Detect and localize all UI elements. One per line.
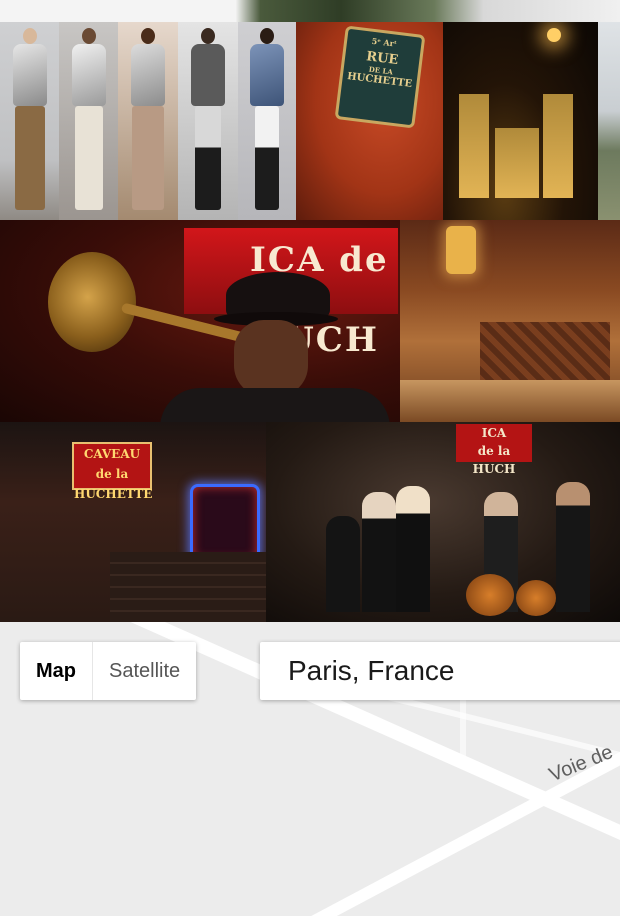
map-button[interactable]: Map	[20, 642, 92, 700]
model-top	[131, 44, 165, 106]
cathedral-nave	[495, 128, 539, 198]
model-head	[201, 28, 215, 44]
runway-look-photo[interactable]	[59, 22, 118, 220]
map-type-control: Map Satellite	[20, 642, 197, 700]
model-denim-jacket	[250, 44, 284, 106]
caveau-facade-photo[interactable]: CAVEAU de la HUCHETTE	[0, 422, 266, 622]
stone-wall	[110, 552, 266, 622]
model-skirt	[132, 106, 164, 210]
runway-look-photo[interactable]	[0, 22, 59, 220]
model-head	[22, 28, 37, 44]
bar-interior-photo[interactable]	[400, 220, 620, 422]
musician-face	[234, 320, 308, 396]
jazz-trumpeter-photo[interactable]: ICA de la HUCH	[0, 220, 400, 422]
drum	[516, 580, 556, 616]
caveau-sign: CAVEAU de la HUCHETTE	[72, 442, 152, 501]
singer-figure	[326, 516, 360, 612]
model-trousers	[14, 106, 45, 210]
jazz-band-photo[interactable]: ICA de la HUCH	[266, 422, 620, 622]
drum	[466, 574, 514, 616]
notre-dame-photo[interactable]	[443, 22, 598, 220]
runway-look-photo[interactable]	[118, 22, 178, 220]
tiled-floor	[400, 380, 620, 422]
model-top	[191, 44, 225, 106]
hanging-lamp	[446, 226, 476, 274]
model-top	[71, 44, 106, 106]
model-legs	[255, 106, 279, 210]
satellite-button[interactable]: Satellite	[92, 642, 196, 700]
model-trousers	[74, 106, 103, 210]
musician-suit	[160, 388, 390, 422]
neon-figures-sign	[190, 484, 260, 562]
photo-collage: 5ᵉ Arᵗ RUE DE LA HUCHETTE ICA de la HUCH…	[0, 0, 620, 622]
runway-look-photo[interactable]	[238, 22, 296, 220]
cathedral-tower	[459, 94, 489, 198]
model-head	[81, 28, 96, 44]
stage-sign-line-1: ICA	[481, 426, 507, 440]
runway-look-photo[interactable]	[178, 22, 238, 220]
model-head	[141, 28, 155, 44]
street-sign: 5ᵉ Arᵗ RUE DE LA HUCHETTE	[334, 25, 426, 129]
stage-sign-line-2: de la HUCH	[472, 444, 516, 476]
tree-strip-photo	[0, 0, 620, 22]
musician-figure	[556, 482, 590, 612]
airport-photo[interactable]	[598, 22, 620, 220]
model-skirt	[195, 106, 221, 210]
stage-neon-sign: ICA de la HUCH	[456, 424, 532, 476]
location-search-box[interactable]: Paris, France	[260, 642, 620, 700]
location-search-value: Paris, France	[288, 655, 455, 686]
trumpet-bell	[48, 252, 136, 352]
map-view[interactable]: Voie de Map Satellite Paris, France	[0, 622, 620, 916]
model-head	[260, 28, 274, 44]
rue-de-la-huchette-photo[interactable]: 5ᵉ Arᵗ RUE DE LA HUCHETTE	[296, 22, 443, 220]
caveau-sign-line-1: CAVEAU de la	[83, 447, 141, 481]
caveau-sign-line-2: HUCHETTE	[74, 487, 153, 501]
model-jacket	[12, 44, 47, 106]
street-lamp	[547, 28, 561, 42]
cathedral-tower	[543, 94, 573, 198]
singer-figure	[396, 486, 430, 612]
singer-figure	[362, 492, 396, 612]
